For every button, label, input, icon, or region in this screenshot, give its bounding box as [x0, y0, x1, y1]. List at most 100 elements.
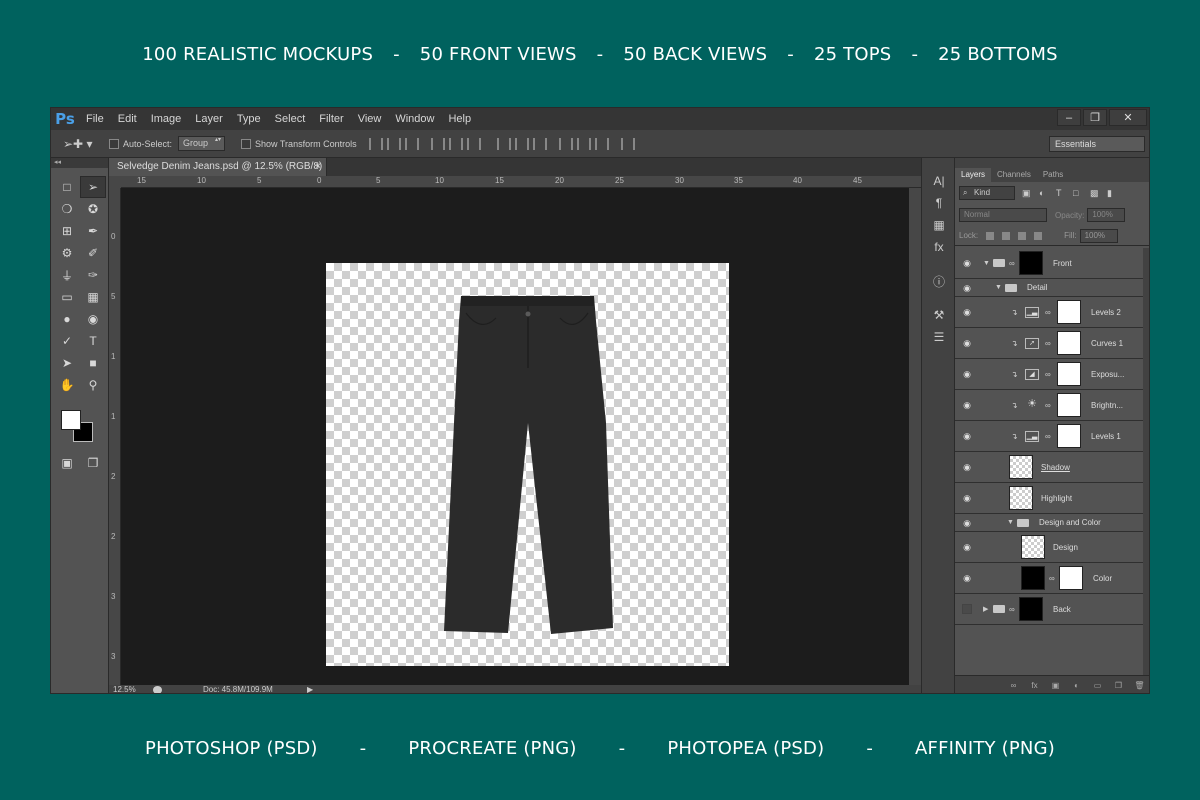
pixel-filter-icon[interactable]: ▣ — [1022, 188, 1032, 198]
restore-button[interactable]: ❐ — [1083, 109, 1107, 126]
document-tab-close-icon[interactable]: × — [315, 158, 321, 176]
layer-row-levels-2[interactable]: ◉ ↴ ▁▃ ∞ Levels 2 — [955, 297, 1143, 328]
mask-link-icon[interactable]: ∞ — [1009, 605, 1015, 614]
add-mask-icon[interactable]: ▣ — [1050, 681, 1061, 690]
distribute-left-icon[interactable] — [558, 137, 573, 150]
visibility-eye-icon[interactable]: ◉ — [961, 518, 973, 528]
visibility-eye-icon[interactable]: ◉ — [961, 493, 973, 503]
tab-paths[interactable]: Paths — [1037, 168, 1069, 182]
visibility-eye-icon[interactable]: ◉ — [961, 258, 973, 268]
align-hcenter-icon[interactable] — [448, 137, 463, 150]
layer-row-front[interactable]: ◉ ▼ ∞ Front — [955, 248, 1143, 279]
glyphs-panel-icon[interactable]: ▦ — [922, 214, 956, 236]
move-tool-icon[interactable]: ➢ — [80, 176, 106, 198]
mask-link-icon[interactable]: ∞ — [1049, 574, 1055, 583]
distribute-top-icon[interactable] — [496, 137, 511, 150]
menu-view[interactable]: View — [351, 108, 389, 130]
fill-field[interactable]: 100% — [1079, 228, 1118, 243]
lock-transparency-icon[interactable] — [986, 231, 995, 240]
menu-select[interactable]: Select — [268, 108, 313, 130]
stamp-tool-icon[interactable]: ⏚ — [54, 264, 80, 286]
layer-style-icon[interactable]: fx — [1029, 681, 1040, 690]
status-menu-arrow-icon[interactable]: ▶ — [307, 685, 313, 693]
status-info-icon[interactable] — [153, 686, 162, 693]
eyedropper-tool-icon[interactable]: ✒ — [80, 220, 106, 242]
paragraph-panel-icon[interactable]: ¶ — [922, 192, 956, 214]
distribute-hcenter-icon[interactable] — [576, 137, 591, 150]
menu-filter[interactable]: Filter — [312, 108, 350, 130]
auto-align-icon[interactable] — [620, 137, 635, 150]
lock-all-icon[interactable] — [1034, 231, 1043, 240]
eraser-tool-icon[interactable]: ▭ — [54, 286, 80, 308]
lasso-tool-icon[interactable]: ❍ — [54, 198, 80, 220]
screen-mode-icon[interactable]: ❐ — [80, 452, 106, 474]
new-group-icon[interactable]: ▭ — [1092, 681, 1103, 690]
distribute-vcenter-icon[interactable] — [514, 137, 529, 150]
menu-type[interactable]: Type — [230, 108, 268, 130]
layer-row-levels-1[interactable]: ◉ ↴ ▁▃ ∞ Levels 1 — [955, 421, 1143, 452]
horizontal-ruler[interactable]: 15 10 5 0 5 10 15 20 25 30 35 40 45 — [121, 176, 921, 188]
align-left-icon[interactable] — [430, 137, 445, 150]
layer-row-shadow[interactable]: ◉ Shadow — [955, 452, 1143, 483]
menu-file[interactable]: File — [79, 108, 111, 130]
layer-row-exposure[interactable]: ◉ ↴ ◢ ∞ Exposu... — [955, 359, 1143, 390]
brush-tool-icon[interactable]: ✐ — [80, 242, 106, 264]
styles-panel-icon[interactable]: fx — [922, 236, 956, 258]
blend-mode-dropdown[interactable]: Normal — [959, 208, 1047, 222]
transform-controls-checkbox[interactable] — [241, 138, 252, 149]
layers-scrollbar[interactable] — [1143, 248, 1149, 675]
align-vcenter-icon[interactable] — [386, 137, 401, 150]
character-panel-icon[interactable]: A| — [922, 170, 956, 192]
zoom-tool-icon[interactable]: ⚲ — [80, 374, 106, 396]
align-bottom-icon[interactable] — [404, 137, 419, 150]
visibility-eye-icon[interactable]: ◉ — [961, 462, 973, 472]
foreground-color-swatch[interactable] — [61, 410, 81, 430]
new-layer-icon[interactable]: ❐ — [1113, 681, 1124, 690]
vertical-scrollbar[interactable] — [909, 188, 921, 685]
menu-edit[interactable]: Edit — [111, 108, 144, 130]
mask-link-icon[interactable]: ∞ — [1045, 432, 1051, 441]
expand-triangle-icon[interactable]: ▼ — [995, 284, 1002, 291]
collapse-triangle-icon[interactable]: ▶ — [983, 605, 988, 613]
link-layers-icon[interactable]: ∞ — [1008, 681, 1019, 690]
visibility-eye-icon[interactable]: ◉ — [961, 573, 973, 583]
align-top-icon[interactable] — [368, 137, 383, 150]
visibility-eye-icon[interactable]: ◉ — [961, 369, 973, 379]
visibility-eye-icon[interactable]: ◉ — [961, 307, 973, 317]
layer-row-design[interactable]: ◉ Design — [955, 532, 1143, 563]
mask-link-icon[interactable]: ∞ — [1045, 308, 1051, 317]
new-adjustment-icon[interactable]: ◐ — [1071, 681, 1082, 690]
delete-layer-icon[interactable]: 🗑 — [1134, 681, 1145, 690]
filter-kind-dropdown[interactable]: Kind — [959, 186, 1015, 200]
menu-layer[interactable]: Layer — [188, 108, 230, 130]
visibility-eye-icon[interactable]: ◉ — [961, 283, 973, 293]
mask-link-icon[interactable]: ∞ — [1045, 401, 1051, 410]
vertical-ruler[interactable]: 0 5 1 1 2 2 3 3 — [109, 188, 121, 685]
pen-tool-icon[interactable]: ✓ — [54, 330, 80, 352]
tool-presets-icon[interactable]: ⚒ — [922, 304, 956, 326]
auto-select-checkbox[interactable] — [109, 138, 119, 149]
type-tool-icon[interactable]: T — [80, 330, 106, 352]
mask-link-icon[interactable]: ∞ — [1045, 370, 1051, 379]
crop-tool-icon[interactable]: ⊞ — [54, 220, 80, 242]
brush-presets-icon[interactable]: ☰ — [922, 326, 956, 348]
opacity-field[interactable]: 100% — [1087, 208, 1126, 222]
tab-layers[interactable]: Layers — [955, 168, 992, 182]
close-button[interactable]: ✕ — [1109, 109, 1147, 126]
distribute-bottom-icon[interactable] — [532, 137, 547, 150]
dodge-tool-icon[interactable]: ◉ — [80, 308, 106, 330]
menu-window[interactable]: Window — [388, 108, 441, 130]
marquee-tool-icon[interactable]: □ — [54, 176, 80, 198]
distribute-right-icon[interactable] — [594, 137, 609, 150]
expand-triangle-icon[interactable]: ▼ — [1007, 519, 1014, 526]
history-brush-tool-icon[interactable]: ✑ — [80, 264, 106, 286]
shape-tool-icon[interactable]: ■ — [80, 352, 106, 374]
document-canvas[interactable] — [326, 263, 729, 666]
zoom-level[interactable]: 12.5% — [113, 685, 136, 693]
type-filter-icon[interactable]: T — [1056, 188, 1066, 198]
menu-help[interactable]: Help — [441, 108, 478, 130]
auto-select-dropdown[interactable]: Group — [178, 136, 226, 151]
gradient-tool-icon[interactable]: ▦ — [80, 286, 106, 308]
mask-link-icon[interactable]: ∞ — [1009, 259, 1015, 268]
shape-filter-icon[interactable]: □ — [1073, 188, 1083, 198]
